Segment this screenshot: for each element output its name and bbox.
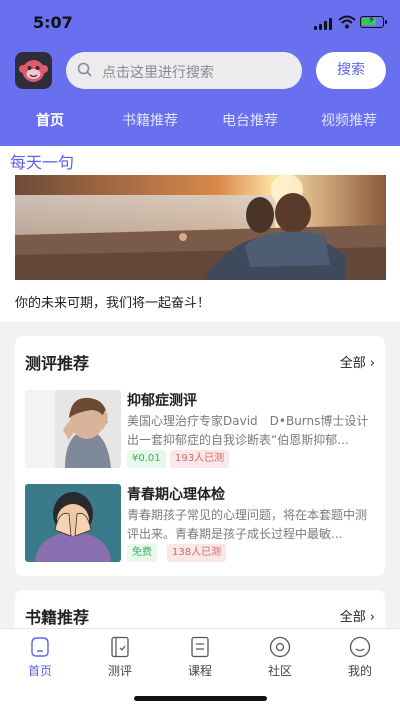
- test-thumbnail: [25, 484, 121, 562]
- tab-books[interactable]: 书籍推荐: [122, 110, 178, 130]
- tests-card: 测评推荐 全部 › 抑郁症测评 美国心理治疗专家David D•Burns博士设计…: [15, 336, 385, 576]
- count-badge: 138人已测: [167, 544, 227, 562]
- nav-community[interactable]: 社区: [250, 636, 310, 679]
- wifi-icon: [338, 15, 356, 29]
- tests-title: 测评推荐: [25, 354, 90, 373]
- search-input[interactable]: 点击这里进行搜索: [66, 52, 302, 89]
- books-all-label: 全部: [339, 610, 366, 625]
- tab-home[interactable]: 首页: [36, 110, 64, 130]
- monkey-logo-icon[interactable]: [15, 52, 52, 89]
- signal-icon: [314, 18, 334, 30]
- test-thumbnail: [25, 390, 121, 468]
- tests-all-link[interactable]: 全部 ›: [340, 352, 375, 371]
- test-item[interactable]: 青春期心理体检 青春期孩子常见的心理问题，将在本套题中测评出来。青春期是孩子成长…: [25, 484, 377, 562]
- home-icon: [31, 637, 49, 657]
- chevron-right-icon: ›: [369, 356, 375, 371]
- daily-title: 每天一句: [10, 153, 75, 172]
- daily-quote: 你的未来可期，我们将一起奋斗！: [15, 296, 211, 311]
- search-button[interactable]: 搜索: [316, 52, 386, 89]
- nav-label: 我的: [347, 664, 372, 678]
- nav-test[interactable]: 测评: [90, 636, 150, 679]
- battery-icon: ⚡: [360, 15, 387, 28]
- top-tabs: 首页 书籍推荐 电台推荐 视频推荐: [0, 110, 400, 136]
- nav-label: 首页: [27, 664, 52, 678]
- test-title: 抑郁症测评: [127, 393, 197, 409]
- tests-all-label: 全部: [339, 356, 366, 371]
- app-header: 5:07 ⚡ 点击这里进行搜索 搜索 首页 书籍推荐 电台推荐 视频推荐: [0, 0, 400, 146]
- nav-course[interactable]: 课程: [170, 636, 230, 679]
- search-placeholder: 点击这里进行搜索: [102, 65, 214, 81]
- community-icon: [269, 636, 291, 658]
- nav-home[interactable]: 首页: [10, 636, 70, 679]
- status-bar: 5:07 ⚡: [0, 0, 400, 44]
- test-icon: [111, 636, 129, 658]
- test-desc: 美国心理治疗专家David D•Burns博士设计出一套抑郁症的自我诊断表“伯恩…: [127, 414, 369, 447]
- price-badge: ¥0.01: [127, 450, 166, 468]
- course-icon: [191, 636, 209, 658]
- home-indicator: [134, 696, 267, 701]
- chevron-right-icon: ›: [369, 610, 375, 625]
- daily-section: 每天一句 你的未来可期，我们将一起奋斗！: [0, 146, 400, 322]
- tab-radio[interactable]: 电台推荐: [222, 110, 278, 130]
- test-desc: 青春期孩子常见的心理问题，将在本套题中测评出来。青春期是孩子成长过程中最敏...: [127, 508, 368, 541]
- status-time: 5:07: [33, 13, 73, 32]
- nav-label: 社区: [267, 664, 292, 678]
- nav-label: 课程: [187, 664, 212, 678]
- books-all-link[interactable]: 全部 ›: [340, 606, 375, 625]
- nav-profile[interactable]: 我的: [330, 636, 390, 679]
- search-icon: [77, 62, 92, 77]
- test-title: 青春期心理体检: [127, 487, 225, 503]
- test-item[interactable]: 抑郁症测评 美国心理治疗专家David D•Burns博士设计出一套抑郁症的自我…: [25, 390, 377, 468]
- daily-hero-image[interactable]: [15, 175, 386, 280]
- price-badge: 免费: [127, 544, 157, 562]
- count-badge: 193人已测: [170, 450, 230, 468]
- profile-icon: [349, 636, 371, 658]
- tab-video[interactable]: 视频推荐: [321, 110, 377, 130]
- books-title: 书籍推荐: [25, 608, 90, 627]
- nav-label: 测评: [107, 664, 132, 678]
